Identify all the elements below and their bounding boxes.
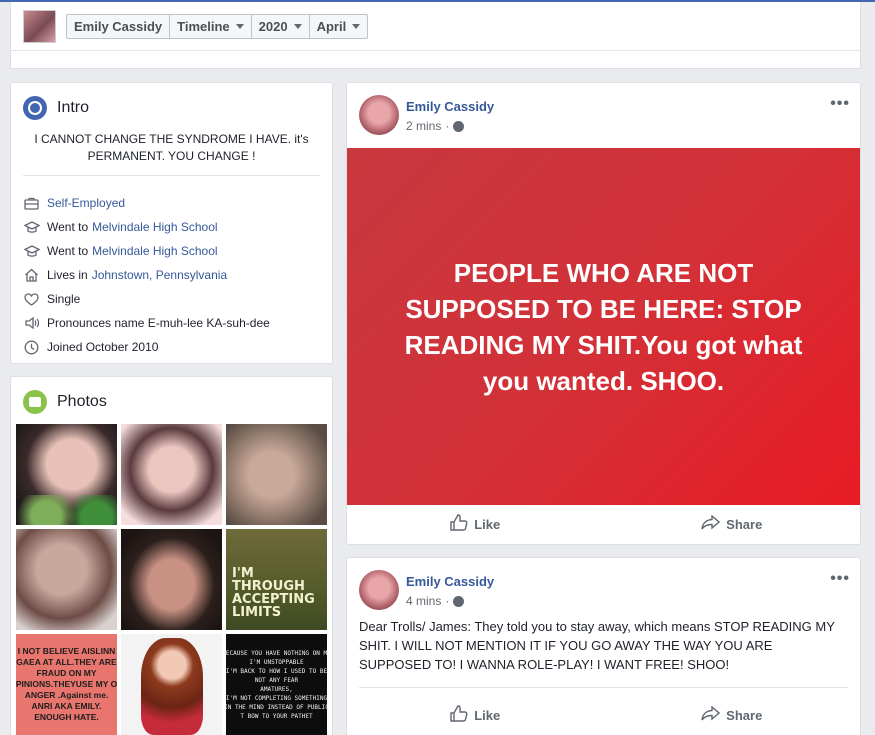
- banner-text: PEOPLE WHO ARE NOT SUPPOSED TO BE HERE: …: [404, 257, 803, 396]
- breadcrumb-name[interactable]: Emily Cassidy: [67, 15, 171, 38]
- intro-bio: I CANNOT CHANGE THE SYNDROME I HAVE. it'…: [34, 132, 309, 163]
- graduation-cap-icon: [23, 219, 40, 236]
- photo-thumbnail[interactable]: I'M THROUGH ACCEPTING LIMITS: [226, 529, 327, 630]
- photo-thumbnail[interactable]: [16, 529, 117, 630]
- post-card: Emily Cassidy 2 mins · ••• PEOPLE WHO AR…: [346, 82, 861, 545]
- more-options-icon[interactable]: •••: [830, 570, 850, 588]
- photo-thumbnail[interactable]: [121, 529, 222, 630]
- post-banner: PEOPLE WHO ARE NOT SUPPOSED TO BE HERE: …: [347, 148, 860, 505]
- location-link[interactable]: Johnstown, Pennsylvania: [92, 268, 227, 282]
- briefcase-icon: [23, 195, 40, 212]
- like-button[interactable]: Like: [347, 504, 604, 544]
- post-time[interactable]: 4 mins: [406, 594, 441, 608]
- breadcrumb: Emily Cassidy Timeline 2020 April: [66, 14, 369, 39]
- home-icon: [23, 267, 40, 284]
- graduation-cap-icon: [23, 243, 40, 260]
- post-meta: 2 mins ·: [406, 119, 465, 133]
- speaker-icon: [23, 315, 40, 332]
- divider: [11, 50, 860, 51]
- fact-education: Went to Melvindale High School: [23, 239, 270, 263]
- share-icon: [701, 514, 721, 533]
- chevron-down-icon: [352, 24, 361, 29]
- work-link[interactable]: Self-Employed: [47, 196, 125, 210]
- like-button[interactable]: Like: [347, 694, 604, 735]
- timeline-header: Emily Cassidy Timeline 2020 April: [10, 2, 861, 69]
- post-card: Emily Cassidy 4 mins · ••• Dear Trolls/ …: [346, 557, 861, 735]
- school-link[interactable]: Melvindale High School: [92, 244, 217, 258]
- author-name[interactable]: Emily Cassidy: [406, 99, 494, 114]
- share-icon: [701, 705, 721, 724]
- author-name[interactable]: Emily Cassidy: [406, 574, 494, 589]
- breadcrumb-year[interactable]: 2020: [252, 15, 310, 38]
- post-text: Dear Trolls/ James: They told you to sta…: [359, 619, 835, 672]
- school-link[interactable]: Melvindale High School: [92, 220, 217, 234]
- photos-icon: [23, 390, 47, 414]
- fact-pronunciation: Pronounces name E-muh-lee KA-suh-dee: [23, 311, 270, 335]
- author-avatar[interactable]: [359, 570, 399, 610]
- clock-icon: [23, 339, 40, 356]
- author-avatar[interactable]: [359, 95, 399, 135]
- photo-thumbnail[interactable]: I NOT BELIEVE AISLINN GAEA AT ALL.THEY A…: [16, 634, 117, 735]
- post-time[interactable]: 2 mins: [406, 119, 441, 133]
- photo-thumbnail[interactable]: [16, 424, 117, 525]
- fact-education: Went to Melvindale High School: [23, 215, 270, 239]
- fact-work: Self-Employed: [23, 191, 270, 215]
- chevron-down-icon: [235, 24, 244, 29]
- divider: [23, 175, 320, 176]
- share-button[interactable]: Share: [604, 504, 861, 544]
- photo-thumbnail[interactable]: [121, 634, 222, 735]
- like-icon: [450, 514, 468, 534]
- public-globe-icon[interactable]: [453, 120, 465, 132]
- fact-joined: Joined October 2010: [23, 335, 270, 359]
- chevron-down-icon: [293, 24, 302, 29]
- breadcrumb-month[interactable]: April: [310, 15, 368, 38]
- public-globe-icon[interactable]: [453, 595, 465, 607]
- globe-icon: [23, 96, 47, 120]
- intro-title: Intro: [57, 99, 90, 116]
- post-actions: Like Share: [347, 504, 860, 544]
- photo-grid: I'M THROUGH ACCEPTING LIMITS I NOT BELIE…: [16, 424, 327, 735]
- heart-icon: [23, 291, 40, 308]
- more-options-icon[interactable]: •••: [830, 95, 850, 113]
- photo-thumbnail[interactable]: [121, 424, 222, 525]
- breadcrumb-timeline[interactable]: Timeline: [170, 15, 252, 38]
- divider: [359, 687, 848, 688]
- intro-card: Intro I CANNOT CHANGE THE SYNDROME I HAV…: [10, 82, 333, 364]
- photos-title[interactable]: Photos: [57, 393, 107, 411]
- post-meta: 4 mins ·: [406, 594, 465, 608]
- profile-avatar[interactable]: [23, 10, 56, 43]
- photos-card: Photos I'M THROUGH ACCEPTING LIMITS I NO…: [10, 376, 333, 735]
- fact-location: Lives in Johnstown, Pennsylvania: [23, 263, 270, 287]
- photo-thumbnail[interactable]: [226, 424, 327, 525]
- share-button[interactable]: Share: [604, 694, 861, 735]
- intro-facts: Self-Employed Went to Melvindale High Sc…: [23, 191, 270, 359]
- like-icon: [450, 705, 468, 725]
- post-actions: Like Share: [347, 694, 860, 735]
- photo-thumbnail[interactable]: BECAUSE YOU HAVE NOTHING ON ME I'M UNSTO…: [226, 634, 327, 735]
- fact-relationship: Single: [23, 287, 270, 311]
